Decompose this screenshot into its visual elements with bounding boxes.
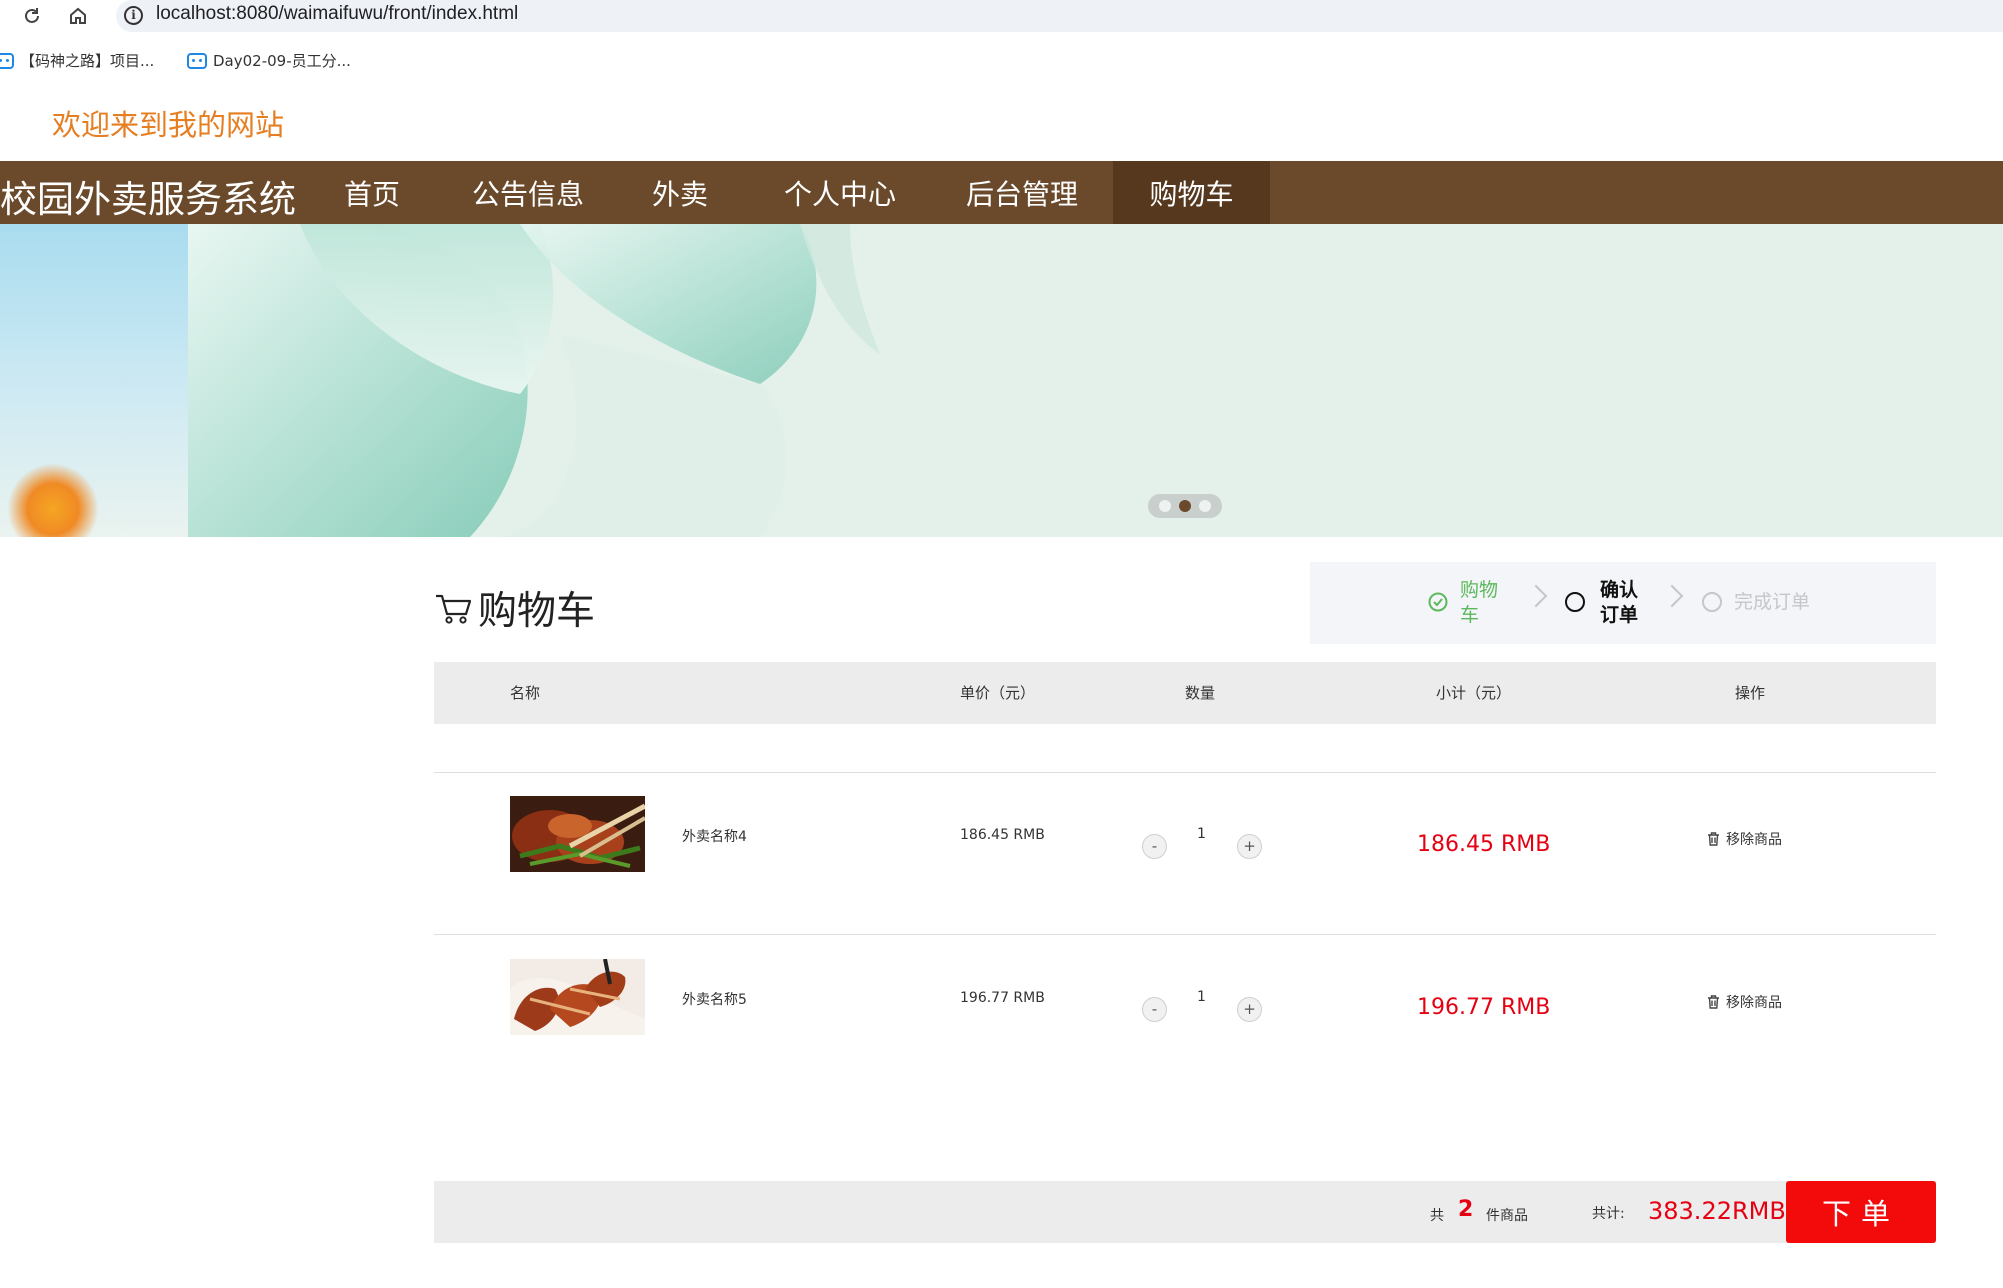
count-prefix: 共 xyxy=(1430,1208,1444,1224)
qty-decrease-button[interactable]: - xyxy=(1142,834,1167,859)
carousel-indicators xyxy=(1148,494,1222,518)
home-icon[interactable] xyxy=(64,2,92,30)
item-subtotal: 196.77 RMB xyxy=(1417,995,1551,1020)
cart-summary-bar: 共 2 件商品 共计: 383.22RMB xyxy=(434,1181,1936,1243)
bookmark-label: 【码神之路】项目... xyxy=(20,52,155,70)
main-navbar: 校园外卖服务系统 首页 公告信息 外卖 个人中心 后台管理 购物车 xyxy=(0,161,2003,224)
cart-heading: 购物车 xyxy=(434,580,595,636)
item-subtotal: 186.45 RMB xyxy=(1417,832,1551,857)
step-confirm: 确认订单 xyxy=(1600,579,1639,626)
bookmark-item[interactable]: Day02-09-员工分... xyxy=(187,50,351,71)
divider xyxy=(434,934,1936,935)
order-steps: 购物车 确认订单 完成订单 xyxy=(1310,562,1936,644)
site-title: 校园外卖服务系统 xyxy=(0,178,296,221)
place-order-button[interactable]: 下单 xyxy=(1786,1181,1936,1243)
bookmark-label: Day02-09-员工分... xyxy=(213,52,351,70)
qty-increase-button[interactable]: + xyxy=(1237,834,1262,859)
bilibili-icon xyxy=(0,52,14,69)
banner-carousel[interactable] xyxy=(0,224,2003,537)
bookmarks-bar: 【码神之路】项目... Day02-09-员工分... xyxy=(0,44,2003,76)
col-name: 名称 xyxy=(510,684,541,702)
reload-icon[interactable] xyxy=(18,2,46,30)
col-subtotal: 小计（元） xyxy=(1436,684,1512,702)
divider xyxy=(434,772,1936,773)
remove-item-label: 移除商品 xyxy=(1726,832,1782,848)
nav-admin[interactable]: 后台管理 xyxy=(952,161,1092,224)
nav-takeout[interactable]: 外卖 xyxy=(630,161,730,224)
check-circle-icon xyxy=(1428,592,1448,612)
cart-table-header: 名称 单价（元） 数量 小计（元） 操作 xyxy=(434,662,1936,724)
step-complete: 完成订单 xyxy=(1734,591,1811,613)
item-price: 196.77 RMB xyxy=(960,990,1045,1006)
remove-item-button[interactable]: 移除商品 xyxy=(1707,992,1782,1012)
circle-icon xyxy=(1702,592,1722,612)
bilibili-icon xyxy=(187,52,207,69)
qty-decrease-button[interactable]: - xyxy=(1142,997,1167,1022)
count-suffix: 件商品 xyxy=(1486,1208,1528,1224)
item-name: 外卖名称5 xyxy=(682,992,747,1008)
nav-home[interactable]: 首页 xyxy=(322,161,422,224)
item-qty[interactable]: 1 xyxy=(1197,989,1206,1005)
table-row: 外卖名称5 196.77 RMB - 1 + 196.77 RMB 移除商品 xyxy=(0,959,2003,1039)
remove-item-label: 移除商品 xyxy=(1726,995,1782,1011)
trash-icon xyxy=(1708,832,1719,846)
item-name: 外卖名称4 xyxy=(682,829,747,845)
bookmark-item[interactable]: 【码神之路】项目... xyxy=(0,50,154,71)
col-qty: 数量 xyxy=(1185,684,1216,702)
total-amount: 383.22RMB xyxy=(1648,1197,1786,1225)
url-text[interactable]: localhost:8080/waimaifuwu/front/index.ht… xyxy=(156,3,518,25)
col-action: 操作 xyxy=(1735,684,1766,702)
total-label: 共计: xyxy=(1592,1206,1625,1222)
carousel-dot[interactable] xyxy=(1199,500,1211,512)
carousel-dot-active[interactable] xyxy=(1179,500,1191,512)
nav-announcements[interactable]: 公告信息 xyxy=(458,161,598,224)
item-count: 2 xyxy=(1458,1197,1474,1222)
circle-icon xyxy=(1565,592,1585,612)
step-cart: 购物车 xyxy=(1460,579,1499,626)
trash-icon xyxy=(1708,995,1719,1009)
qty-increase-button[interactable]: + xyxy=(1237,997,1262,1022)
site-info-icon[interactable]: i xyxy=(124,6,143,25)
remove-item-button[interactable]: 移除商品 xyxy=(1707,829,1782,849)
cart-title: 购物车 xyxy=(478,589,596,634)
welcome-text: 欢迎来到我的网站 xyxy=(52,108,285,142)
chevron-right-icon xyxy=(1660,584,1684,608)
chevron-right-icon xyxy=(1524,584,1548,608)
nav-personal-center[interactable]: 个人中心 xyxy=(770,161,910,224)
banner-petals-image xyxy=(188,224,2003,537)
item-price: 186.45 RMB xyxy=(960,827,1045,843)
table-row: 外卖名称4 186.45 RMB - 1 + 186.45 RMB 移除商品 xyxy=(0,796,2003,876)
shopping-cart-icon xyxy=(436,594,472,624)
col-price: 单价（元） xyxy=(960,684,1036,702)
nav-cart[interactable]: 购物车 xyxy=(1113,161,1270,224)
food-image xyxy=(510,796,645,872)
browser-toolbar: i localhost:8080/waimaifuwu/front/index.… xyxy=(0,0,2003,34)
item-qty[interactable]: 1 xyxy=(1197,826,1206,842)
carousel-dot[interactable] xyxy=(1159,500,1171,512)
food-image xyxy=(510,959,645,1035)
